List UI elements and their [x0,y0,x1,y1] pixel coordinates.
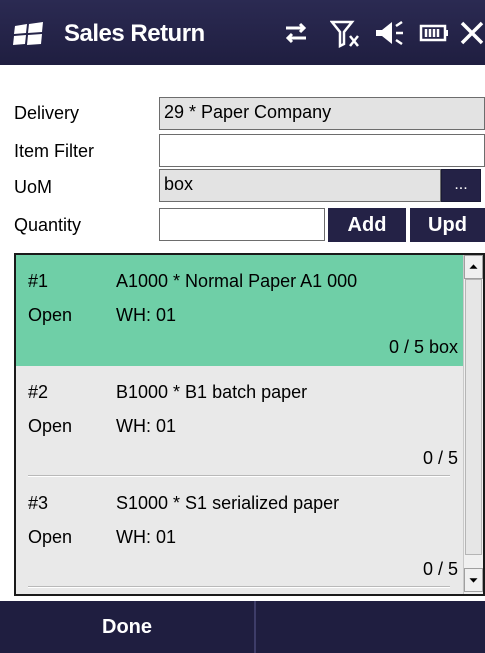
item-number: #3 [28,493,49,513]
item-code: B1000 * B1 batch paper [116,382,308,402]
delivery-field[interactable]: 29 * Paper Company [159,97,485,130]
item-number: #1 [28,271,49,291]
item-warehouse: WH: 01 [116,416,177,436]
item-code: S1000 * S1 serialized paper [116,493,340,513]
item-status: Open [28,416,73,436]
items-list[interactable]: #1 A1000 * Normal Paper A1 000 Open WH: … [14,253,485,596]
row-divider [28,586,450,588]
item-warehouse: WH: 01 [116,305,177,325]
list-item[interactable]: #2 B1000 * B1 batch paper Open WH: 01 0 … [16,366,464,477]
scrollbar-thumb[interactable] [465,279,482,555]
list-item[interactable]: #3 S1000 * S1 serialized paper Open WH: … [16,477,464,588]
scroll-up-arrow-icon[interactable] [464,255,483,279]
windows-flag-icon[interactable] [12,22,46,46]
list-scrollbar[interactable] [463,255,483,594]
uom-label: UoM [14,177,53,197]
add-button[interactable]: Add [328,208,406,242]
item-status: Open [28,305,73,325]
item-filter-input[interactable] [159,134,485,167]
quantity-label: Quantity [14,215,82,235]
uom-browse-button[interactable]: ... [441,169,481,202]
battery-icon[interactable] [418,18,450,48]
item-number: #2 [28,382,49,402]
delivery-label: Delivery [14,103,80,123]
item-status: Open [28,527,73,547]
item-quantity: 0 / 5 box [388,337,458,357]
item-filter-label: Item Filter [14,141,95,161]
item-warehouse: WH: 01 [116,527,177,547]
signal-off-icon[interactable] [329,18,362,49]
scroll-down-arrow-icon[interactable] [464,568,483,592]
sync-arrows-icon[interactable] [280,18,312,48]
bottom-softkey-bar: Done [0,601,485,653]
item-quantity: 0 / 5 [422,559,458,579]
done-button[interactable]: Done [0,601,254,653]
close-icon[interactable] [458,18,485,48]
app-title: Sales Return [64,20,205,47]
right-softkey-button[interactable] [256,601,485,653]
title-bar: Sales Return [0,0,485,65]
item-quantity: 0 / 5 [422,448,458,468]
item-code: A1000 * Normal Paper A1 000 [116,271,358,291]
update-button[interactable]: Upd [410,208,485,242]
quantity-input[interactable] [159,208,325,241]
list-item[interactable]: #1 A1000 * Normal Paper A1 000 Open WH: … [16,255,464,366]
speaker-icon[interactable] [372,18,404,48]
uom-field[interactable]: box [159,169,441,202]
